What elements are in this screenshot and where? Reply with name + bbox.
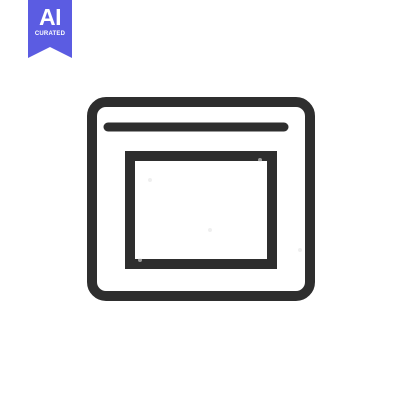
canvas: AI CURATED <box>0 0 400 400</box>
browser-window-icon <box>86 96 316 302</box>
ai-curated-badge: AI CURATED <box>28 0 72 58</box>
browser-window-icon-graphic <box>87 97 315 301</box>
badge-title: AI <box>39 4 62 30</box>
window-content-panel <box>125 151 277 269</box>
badge-subtitle: CURATED <box>34 31 66 37</box>
